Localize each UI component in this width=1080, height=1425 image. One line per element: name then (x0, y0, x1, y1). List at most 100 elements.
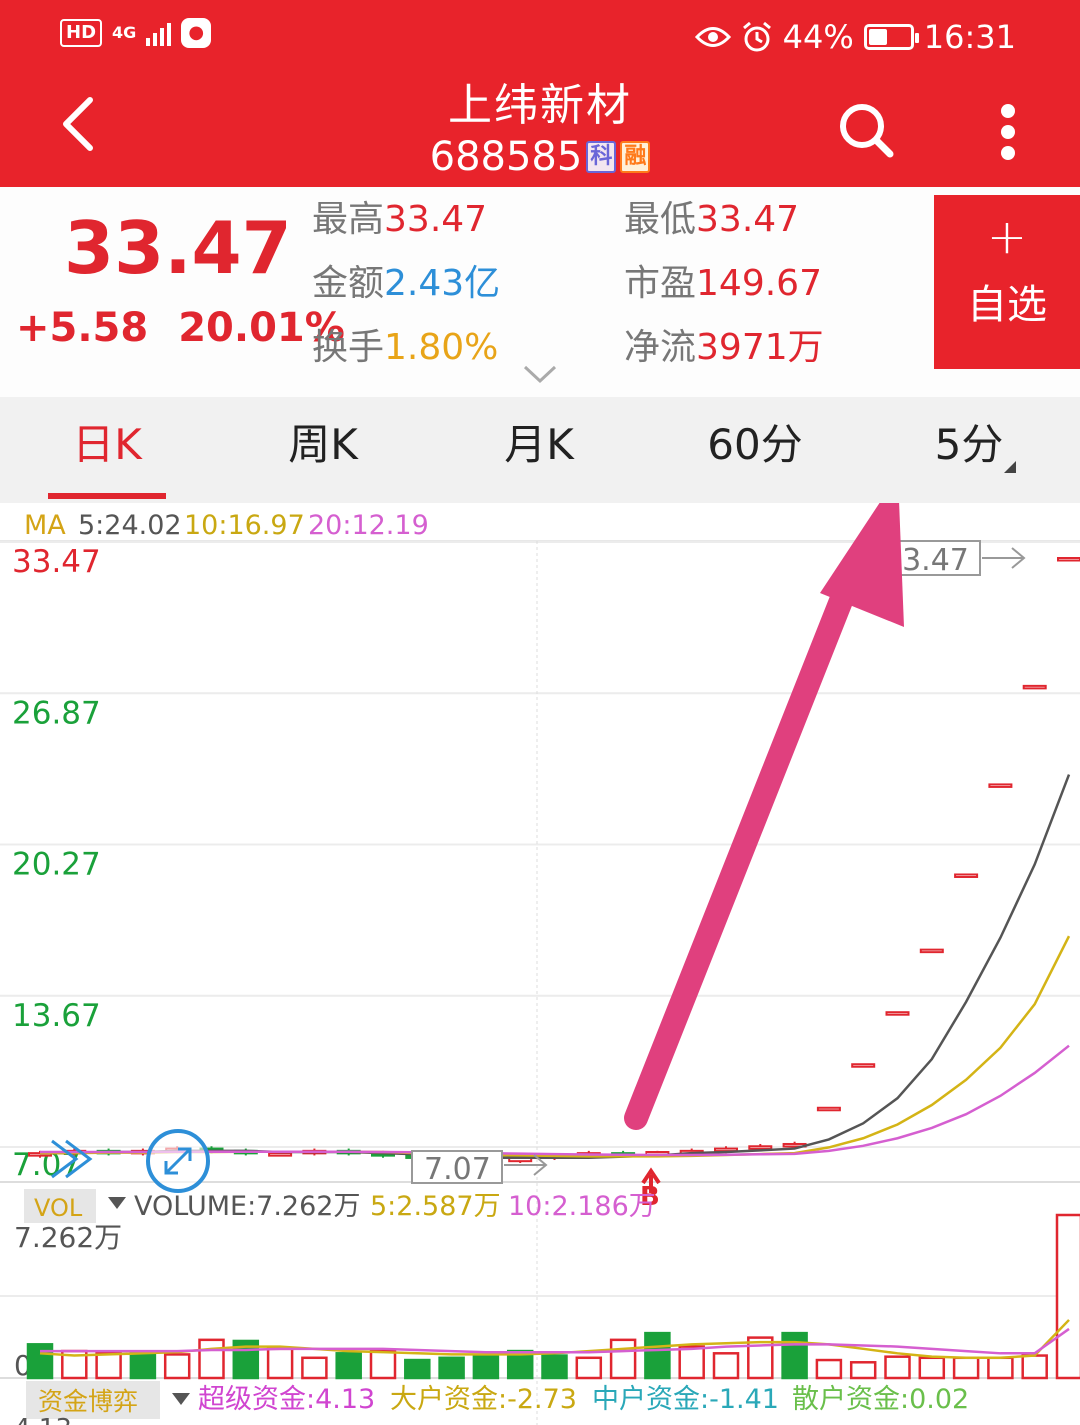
medium-fund-value: 中户资金:-1.41 (592, 1384, 779, 1415)
vol-dropdown-icon[interactable] (108, 1197, 126, 1209)
kline-chart[interactable]: MA 5:24.02 10:16.97 20:12.19 33.47 26.87 2… (0, 503, 1080, 1425)
clock: 16:31 (923, 18, 1016, 56)
stat-value: 33.47 (696, 199, 800, 240)
fund-flow-label: 资金博弈 (38, 1387, 138, 1416)
expand-chevron-icon[interactable] (522, 363, 558, 385)
volume-bar (952, 1356, 980, 1380)
volume-bar (609, 1338, 637, 1380)
candle-body (748, 1145, 773, 1150)
battery-percent: 44% (782, 18, 854, 56)
volume-ma-lines (39, 1319, 1070, 1360)
volume-bar (884, 1355, 911, 1380)
candle-body (1057, 557, 1080, 562)
retail-fund-value: 散户资金:0.02 (792, 1384, 969, 1415)
tab-dropdown-icon (1004, 461, 1016, 473)
tab-60min[interactable]: 60分 (690, 419, 820, 471)
candle-body (885, 1011, 910, 1016)
volume-ma10-line (40, 1327, 1070, 1355)
stat-value: 33.47 (384, 199, 488, 240)
y-tick-label: 20.27 (12, 847, 101, 883)
volume-bar (849, 1361, 877, 1380)
stat-turnover: 换手1.80% (312, 325, 498, 371)
candle-body (268, 1152, 293, 1157)
fund-flow-dropdown-icon[interactable] (172, 1393, 190, 1405)
y-tick-label: 33.47 (12, 544, 101, 580)
price-change: +5.58 20.01% (16, 303, 345, 353)
candle (988, 783, 1013, 788)
volume-max-label: 7.262万 (14, 1221, 122, 1254)
stat-value: 3971万 (696, 327, 824, 368)
candle-body (816, 1106, 841, 1112)
volume-bar (369, 1349, 397, 1380)
more-dot-icon (1001, 104, 1015, 118)
alarm-icon (742, 21, 771, 52)
volume-bar (1021, 1354, 1048, 1380)
status-bar: HD 4G ● 44% 16:31 (0, 0, 1080, 72)
ma5-line (40, 774, 1071, 1159)
super-fund-value: 超级资金:4.13 (198, 1384, 375, 1415)
ma10-line (40, 935, 1071, 1158)
volume-bar (335, 1352, 362, 1380)
code-row: 688585 科 融 (0, 134, 1080, 180)
large-fund-value: 大户资金:-2.73 (390, 1384, 577, 1415)
candle-body (919, 948, 944, 954)
more-menu-button[interactable] (986, 100, 1030, 164)
volume-bar (987, 1356, 1014, 1380)
quote-panel: 33.47 +5.58 20.01% 最高33.47 最低33.47 金额2.43… (0, 187, 1080, 397)
title-block: 上纬新材 688585 科 融 (0, 78, 1080, 180)
stat-label: 最低 (624, 199, 697, 240)
stock-header: 上纬新材 688585 科 融 (0, 72, 1080, 187)
volume-bar (266, 1347, 294, 1380)
volume-ma10-legend: 10:2.186万 (508, 1191, 656, 1222)
stat-value: 149.67 (696, 263, 822, 304)
ma-lines (40, 774, 1071, 1159)
stat-label: 金额 (312, 263, 385, 304)
candle-body (1022, 684, 1047, 690)
tab-monthly-k[interactable]: 月K (480, 419, 598, 471)
eye-icon (694, 27, 731, 47)
annotation-arrow (624, 503, 904, 1130)
stat-value: 1.80% (384, 327, 499, 368)
low-marker-label: 7.07 (424, 1152, 491, 1187)
tab-weekly-k[interactable]: 周K (264, 419, 382, 471)
volume-bar (575, 1356, 603, 1380)
active-tab-indicator (48, 493, 166, 499)
period-tabs: 日K 周K 月K 60分 5分 (0, 397, 1080, 503)
tab-daily-k[interactable]: 日K (48, 419, 166, 471)
stat-netflow: 净流3971万 (624, 325, 824, 371)
stat-low: 最低33.47 (624, 197, 799, 243)
ma-legend-prefix: MA (24, 510, 66, 541)
search-button[interactable] (836, 100, 896, 160)
ma20-legend: 20:12.19 (308, 510, 429, 541)
candle (1057, 557, 1080, 562)
change-amount: +5.58 (16, 305, 149, 351)
stat-value: 2.43亿 (384, 263, 501, 304)
candle (885, 1011, 910, 1016)
stat-label: 最高 (312, 199, 385, 240)
stat-amount: 金额2.43亿 (312, 261, 500, 307)
margin-tag: 融 (620, 141, 651, 173)
watchlist-label: 自选 (967, 282, 1047, 328)
candle (851, 1063, 876, 1068)
candle-body (988, 783, 1013, 788)
network-type: 4G (112, 23, 137, 42)
battery-icon (863, 24, 919, 50)
stat-label: 净流 (624, 327, 697, 368)
volume-ma5-legend: 5:2.587万 (370, 1191, 501, 1222)
candle (919, 948, 944, 954)
volume-legend-value: VOLUME:7.262万 (134, 1191, 360, 1222)
search-icon (840, 104, 894, 158)
candles (28, 557, 1080, 1164)
volume-bar (781, 1331, 808, 1380)
plus-icon: + (986, 209, 1028, 265)
volume-bar (1055, 1213, 1080, 1380)
fullscreen-toggle-icon[interactable] (146, 1129, 210, 1193)
fund-flow-scale-label: 4.13 (14, 1414, 72, 1425)
volume-legend: VOL (24, 1189, 126, 1223)
volume-bar (404, 1358, 431, 1380)
volume-bar (747, 1336, 774, 1380)
volume-bar (541, 1354, 568, 1380)
hd-badge: HD (60, 19, 103, 47)
add-watchlist-button[interactable]: + 自选 (934, 195, 1080, 369)
current-price: 33.47 (64, 206, 292, 290)
